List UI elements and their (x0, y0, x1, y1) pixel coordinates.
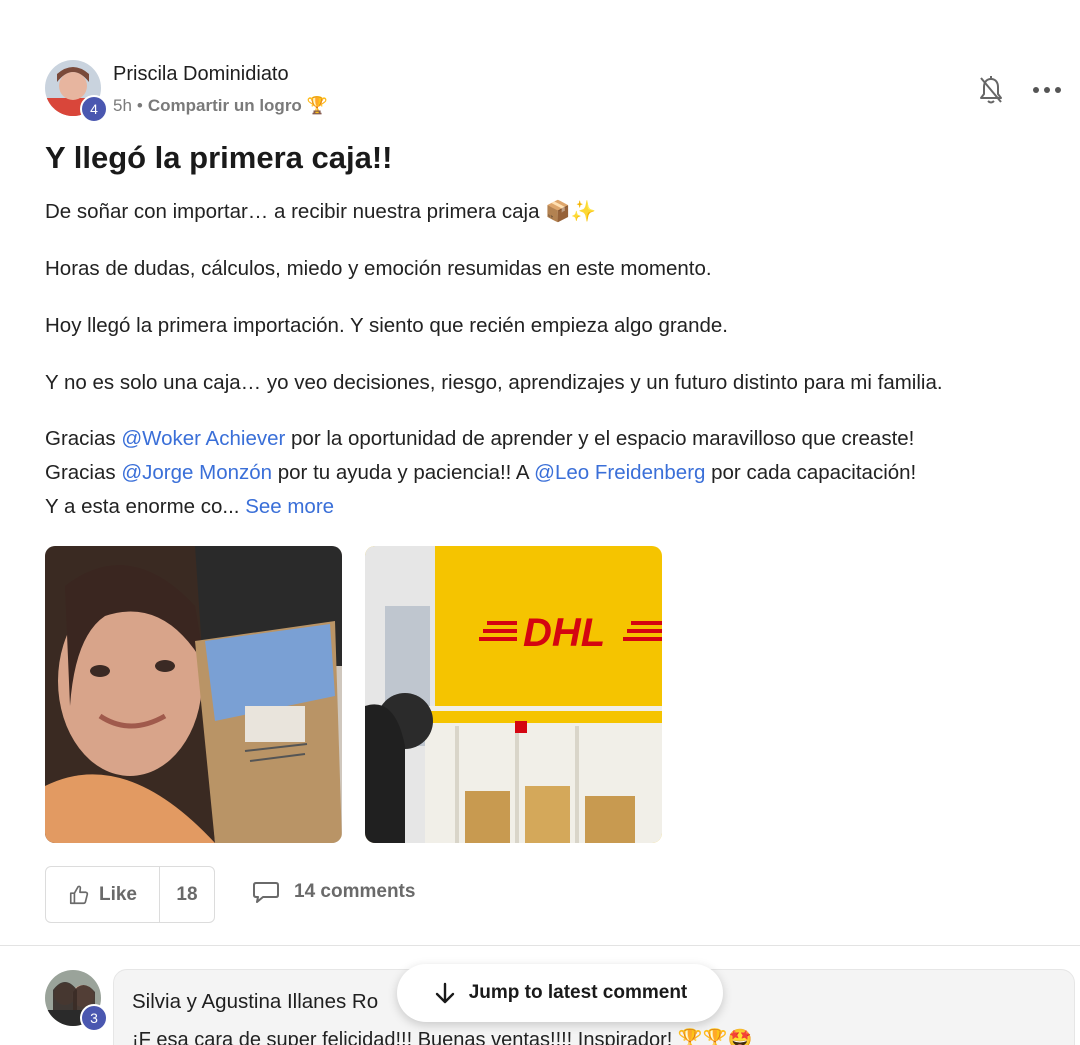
post-time: 5h (113, 96, 132, 115)
level-badge: 4 (80, 95, 108, 123)
section-divider (0, 945, 1080, 946)
meta-separator: • (136, 96, 143, 115)
text-span: Gracias (45, 461, 122, 484)
comments-label: 14 comments (294, 881, 416, 902)
thumbs-up-icon (69, 885, 89, 904)
more-horizontal-icon[interactable] (1033, 78, 1061, 102)
post-header: 4 Priscila Dominidiato 5h • Compartir un… (45, 60, 1065, 123)
reaction-bar: Like 18 (45, 866, 215, 923)
author-name[interactable]: Priscila Dominidiato (113, 63, 289, 86)
text-span: Y a esta enorme co... (45, 495, 240, 518)
text-span: por tu ayuda y paciencia!! A (272, 461, 535, 484)
post-meta: 5h • Compartir un logro 🏆 (113, 96, 328, 116)
bell-off-icon[interactable] (977, 75, 1005, 105)
author-avatar[interactable]: 4 (45, 60, 108, 123)
mention-jorge-monzon[interactable]: @Jorge Monzón (121, 461, 272, 484)
post-paragraph-3: Hoy llegó la primera importación. Y sien… (45, 314, 728, 337)
jump-label: Jump to latest comment (468, 982, 688, 1003)
see-more-link[interactable]: See more (245, 495, 334, 518)
post-paragraph-2: Horas de dudas, cálculos, miedo y emoció… (45, 257, 712, 280)
commenter-level-badge: 3 (80, 1004, 108, 1032)
comments-button[interactable]: 14 comments (252, 880, 415, 904)
thanks-line-2: Gracias @Jorge Monzón por tu ayuda y pac… (45, 461, 916, 485)
trophy-icon: 🏆 (306, 96, 328, 115)
post-paragraph-1: De soñar con importar… a recibir nuestra… (45, 200, 597, 223)
jump-to-latest-comment-button[interactable]: Jump to latest comment (397, 964, 723, 1022)
comment-bubble-icon (253, 882, 279, 903)
post-paragraph-4: Y no es solo una caja… yo veo decisiones… (45, 371, 943, 394)
arrow-down-icon (435, 982, 454, 1004)
mention-leo-freidenberg[interactable]: @Leo Freidenberg (534, 461, 705, 484)
commenter-avatar[interactable]: 3 (45, 970, 108, 1032)
thanks-line-1: Gracias @Woker Achiever por la oportunid… (45, 427, 914, 451)
text-span: por cada capacitación! (705, 461, 917, 484)
dhl-logo-text: DHL (523, 611, 605, 655)
like-label: Like (98, 883, 138, 905)
comment-text: ¡F esa cara de super felicidad!!! Buenas… (132, 1029, 753, 1045)
text-span: Gracias (45, 427, 122, 450)
post-title: Y llegó la primera caja!! (45, 140, 393, 175)
dhl-office-photo[interactable]: DHL (365, 546, 662, 843)
post-category[interactable]: Compartir un logro (148, 96, 302, 116)
mention-woker-achiever[interactable]: @Woker Achiever (121, 427, 285, 450)
like-button[interactable]: Like (46, 867, 160, 922)
text-span: por la oportunidad de aprender y el espa… (285, 427, 915, 450)
like-count[interactable]: 18 (160, 867, 214, 922)
selfie-with-box-photo[interactable] (45, 546, 342, 843)
commenter-name[interactable]: Silvia y Agustina Illanes Ro (132, 990, 378, 1014)
thanks-line-3: Y a esta enorme co... See more (45, 495, 334, 519)
